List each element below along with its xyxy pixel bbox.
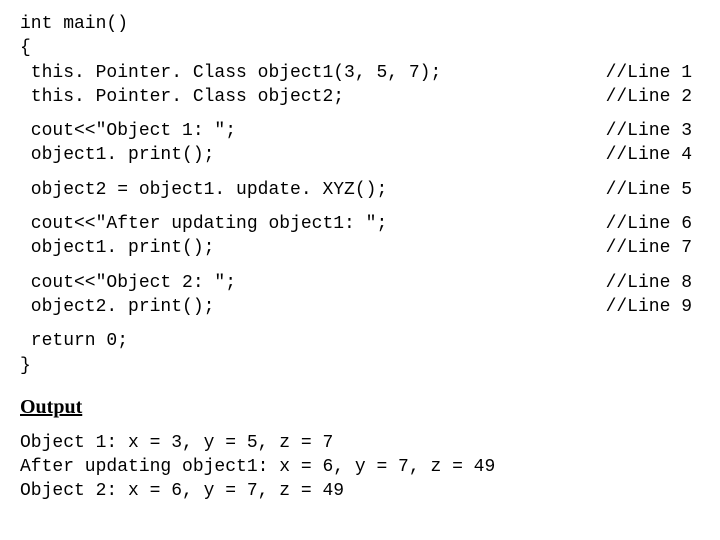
- code-line: int main(): [20, 12, 700, 36]
- code-text: }: [20, 354, 31, 378]
- code-text: object1. print();: [20, 143, 214, 167]
- code-text: int main(): [20, 12, 128, 36]
- code-text: {: [20, 36, 31, 60]
- code-text: cout<<"After updating object1: ";: [20, 212, 387, 236]
- code-line: cout<<"Object 1: "; //Line 3: [20, 119, 700, 143]
- code-line: cout<<"After updating object1: "; //Line…: [20, 212, 700, 236]
- code-line: object1. print(); //Line 4: [20, 143, 700, 167]
- code-text: object2 = object1. update. XYZ();: [20, 178, 387, 202]
- output-line: After updating object1: x = 6, y = 7, z …: [20, 455, 700, 479]
- code-comment: //Line 2: [606, 85, 700, 109]
- code-text: this. Pointer. Class object2;: [20, 85, 344, 109]
- code-line: object2 = object1. update. XYZ(); //Line…: [20, 178, 700, 202]
- code-line: cout<<"Object 2: "; //Line 8: [20, 271, 700, 295]
- code-line: {: [20, 36, 700, 60]
- code-comment: //Line 4: [606, 143, 700, 167]
- code-comment: //Line 3: [606, 119, 700, 143]
- output-heading: Output: [20, 394, 700, 421]
- code-comment: //Line 1: [606, 61, 700, 85]
- code-comment: //Line 6: [606, 212, 700, 236]
- code-line: }: [20, 354, 700, 378]
- code-text: object2. print();: [20, 295, 214, 319]
- code-text: return 0;: [20, 329, 128, 353]
- output-line: Object 2: x = 6, y = 7, z = 49: [20, 479, 700, 503]
- code-line: this. Pointer. Class object2; //Line 2: [20, 85, 700, 109]
- code-comment: //Line 9: [606, 295, 700, 319]
- code-line: object1. print(); //Line 7: [20, 236, 700, 260]
- code-text: this. Pointer. Class object1(3, 5, 7);: [20, 61, 441, 85]
- code-line: object2. print(); //Line 9: [20, 295, 700, 319]
- code-comment: //Line 7: [606, 236, 700, 260]
- code-comment: //Line 8: [606, 271, 700, 295]
- code-line: this. Pointer. Class object1(3, 5, 7); /…: [20, 61, 700, 85]
- code-text: cout<<"Object 1: ";: [20, 119, 236, 143]
- output-block: Object 1: x = 3, y = 5, z = 7 After upda…: [20, 431, 700, 504]
- code-text: object1. print();: [20, 236, 214, 260]
- code-comment: //Line 5: [606, 178, 700, 202]
- code-block: int main() { this. Pointer. Class object…: [20, 12, 700, 378]
- code-text: cout<<"Object 2: ";: [20, 271, 236, 295]
- output-line: Object 1: x = 3, y = 5, z = 7: [20, 431, 700, 455]
- code-line: return 0;: [20, 329, 700, 353]
